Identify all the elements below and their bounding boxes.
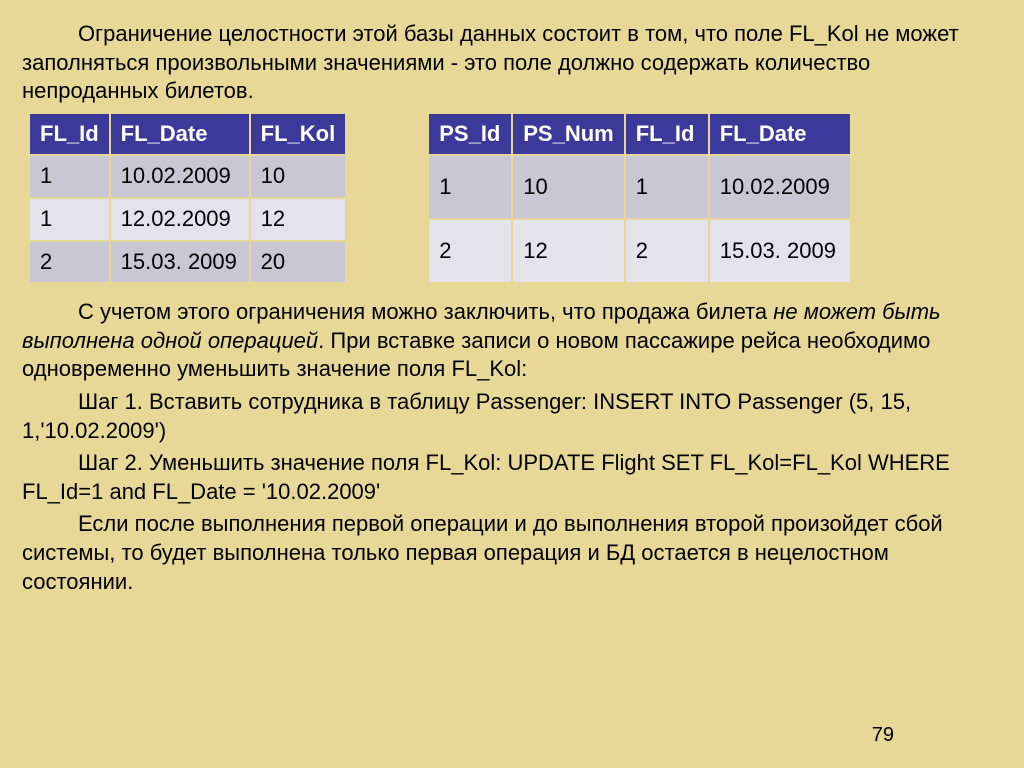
passenger-table: PS_Id PS_Num FL_Id FL_Date 1 10 1 10.02.… (427, 112, 851, 284)
cell: 2 (626, 220, 708, 282)
body-section: С учетом этого ограничения можно заключи… (22, 298, 1002, 596)
body-p4: Если после выполнения первой операции и … (22, 510, 1002, 596)
page-number: 79 (872, 722, 894, 748)
cell: 10.02.2009 (111, 156, 249, 197)
table-row: 2 12 2 15.03. 2009 (429, 220, 849, 282)
tables-container: FL_Id FL_Date FL_Kol 1 10.02.2009 10 1 1… (22, 112, 1002, 284)
cell: 10 (513, 156, 623, 218)
cell: 1 (626, 156, 708, 218)
body-p1: С учетом этого ограничения можно заключи… (22, 298, 1002, 384)
cell: 10 (251, 156, 346, 197)
col-header: FL_Date (111, 114, 249, 155)
cell: 10.02.2009 (710, 156, 850, 218)
table-row: 1 10 1 10.02.2009 (429, 156, 849, 218)
cell: 15.03. 2009 (710, 220, 850, 282)
cell: 1 (30, 156, 109, 197)
table-row: 2 15.03. 2009 20 (30, 242, 345, 283)
cell: 1 (429, 156, 511, 218)
cell: 15.03. 2009 (111, 242, 249, 283)
cell: 2 (429, 220, 511, 282)
cell: 12 (513, 220, 623, 282)
col-header: PS_Num (513, 114, 623, 155)
cell: 1 (30, 199, 109, 240)
cell: 2 (30, 242, 109, 283)
cell: 12 (251, 199, 346, 240)
col-header: FL_Id (30, 114, 109, 155)
col-header: FL_Id (626, 114, 708, 155)
cell: 20 (251, 242, 346, 283)
table-row: 1 12.02.2009 12 (30, 199, 345, 240)
body-p2: Шаг 1. Вставить сотрудника в таблицу Pas… (22, 388, 1002, 445)
table-row: 1 10.02.2009 10 (30, 156, 345, 197)
cell: 12.02.2009 (111, 199, 249, 240)
intro-paragraph: Ограничение целостности этой базы данных… (22, 20, 1002, 106)
text: С учетом этого ограничения можно заключи… (78, 299, 773, 324)
col-header: PS_Id (429, 114, 511, 155)
flight-table: FL_Id FL_Date FL_Kol 1 10.02.2009 10 1 1… (28, 112, 347, 284)
col-header: FL_Date (710, 114, 850, 155)
body-p3: Шаг 2. Уменьшить значение поля FL_Kol: U… (22, 449, 1002, 506)
col-header: FL_Kol (251, 114, 346, 155)
